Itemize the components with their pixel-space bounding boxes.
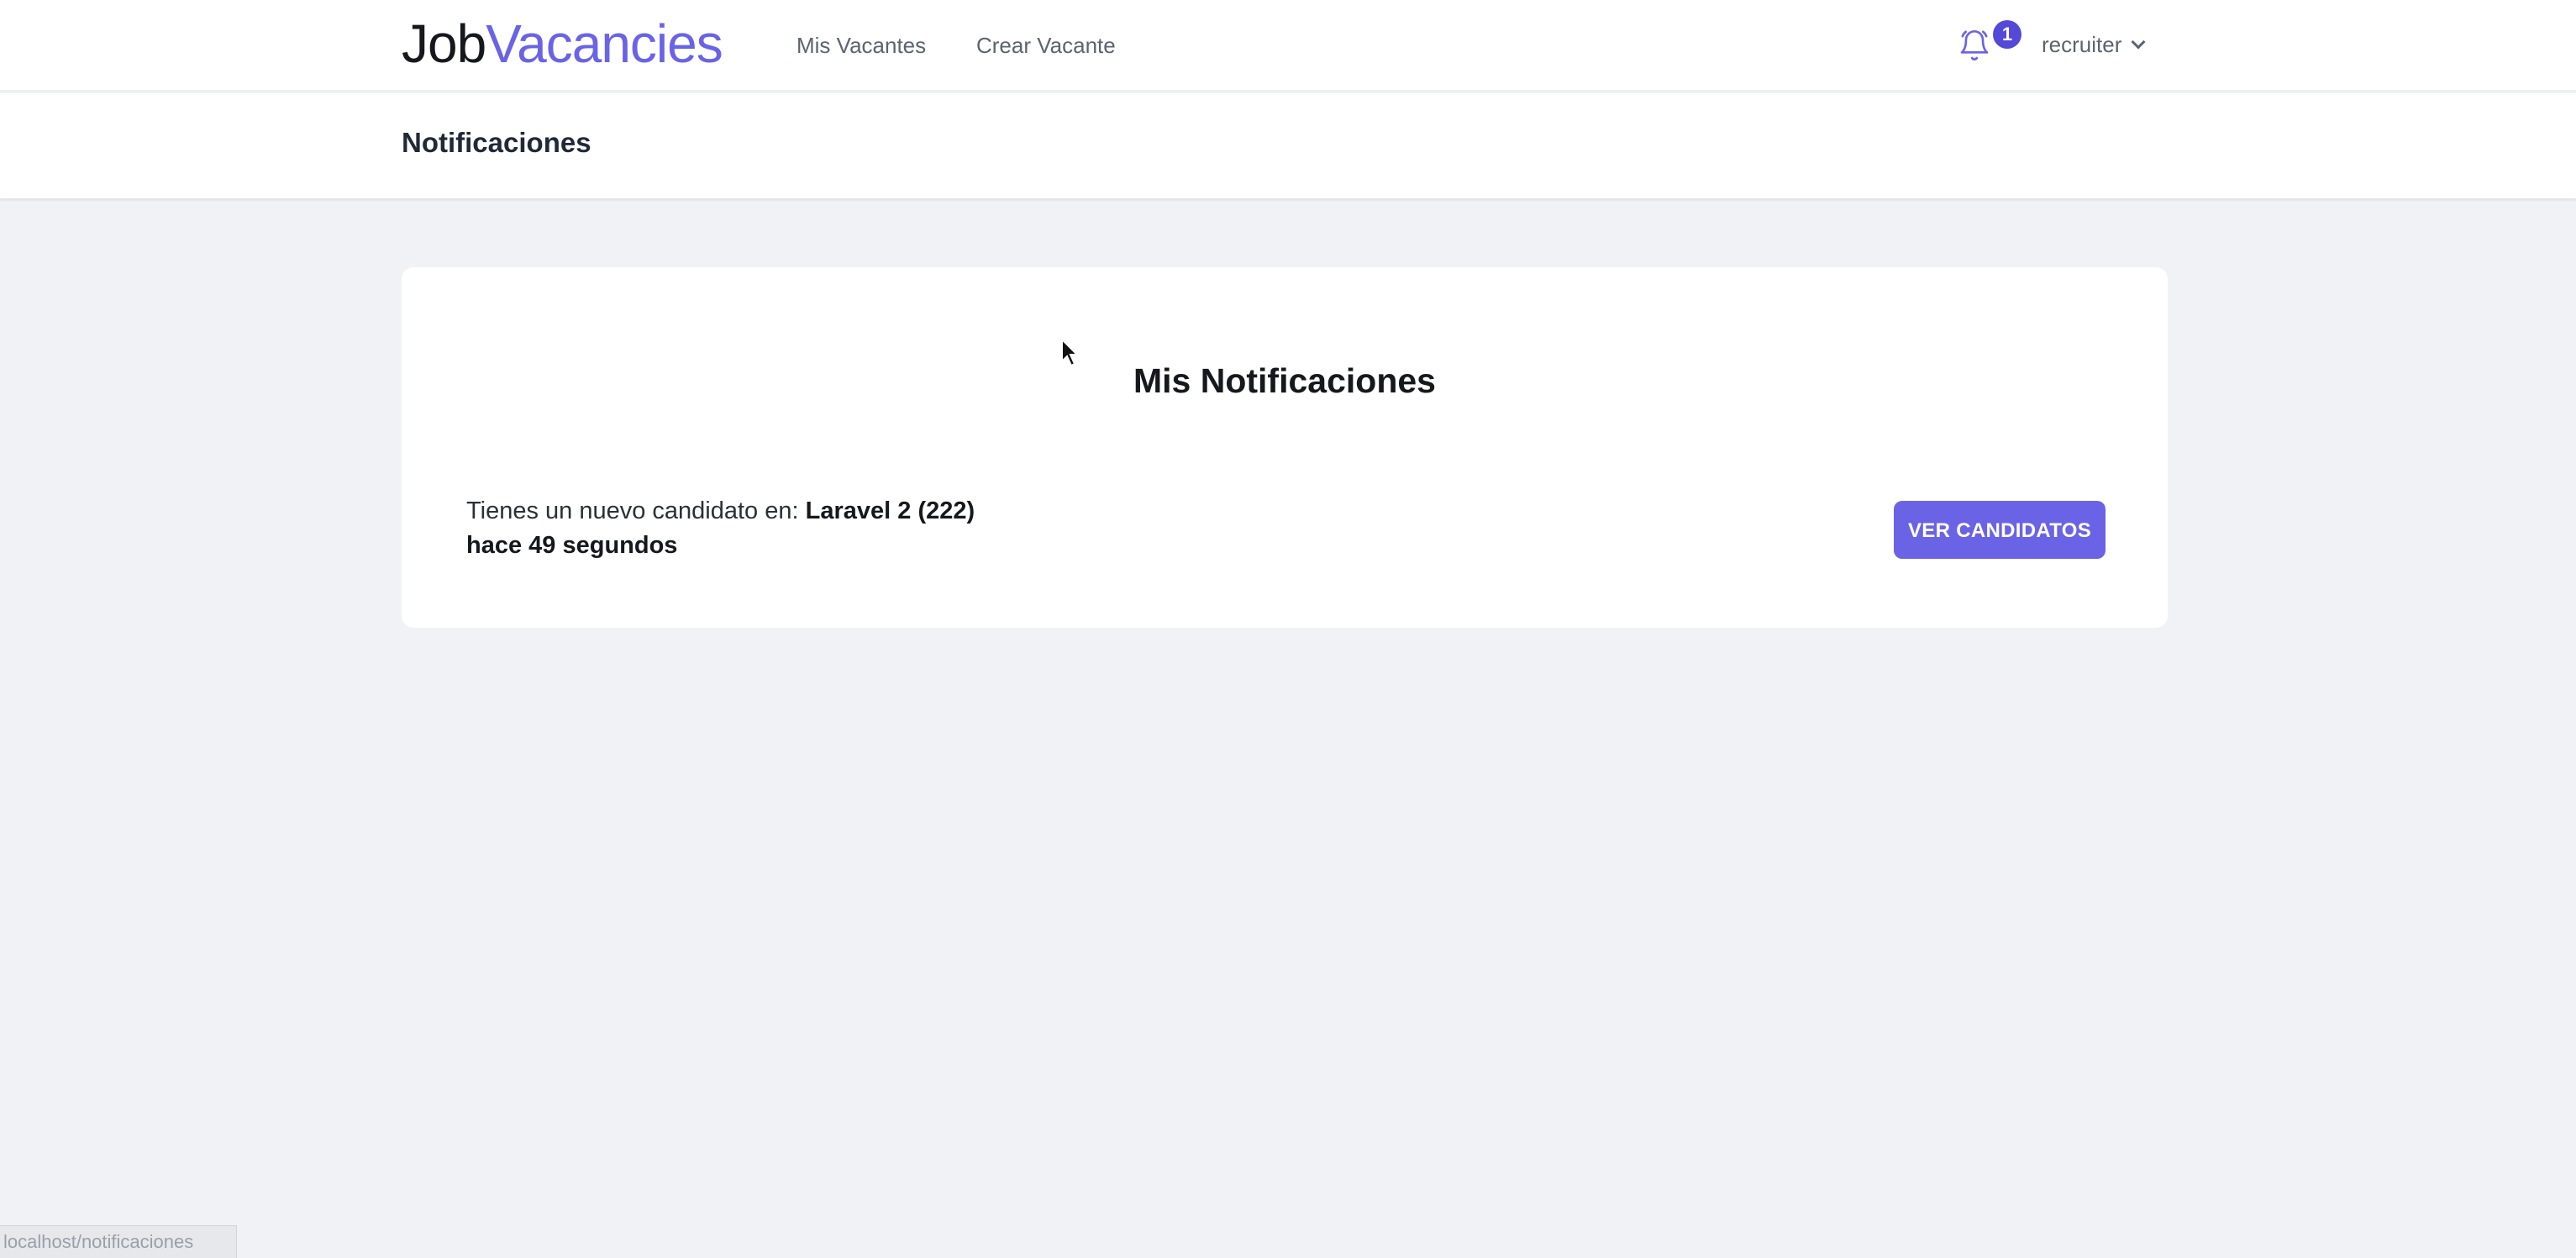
page-header: Notificaciones [0,93,2576,199]
user-name: recruiter [2042,31,2122,57]
notification-prefix: Tienes un nuevo candidato en: [466,497,799,524]
nav-link-crear-vacante[interactable]: Crear Vacante [976,32,1116,59]
app-logo[interactable]: JobVacancies [402,10,723,77]
status-bar-url: localhost/notificaciones [0,1225,237,1258]
notification-vacancy: Laravel 2 (222) [805,497,975,524]
logo-vacancies-text: Vacancies [486,13,723,74]
bell-icon [1960,30,1989,61]
chevron-down-icon [2131,34,2146,50]
notification-message: Tienes un nuevo candidato en: Laravel 2 … [466,496,975,526]
notifications-card: Mis Notificaciones Tienes un nuevo candi… [402,267,2168,628]
page-title: Notificaciones [402,127,591,158]
user-menu-dropdown[interactable]: recruiter [2042,30,2146,59]
notification-count-badge: 1 [1993,20,2021,49]
logo-job-text: Job [402,13,486,74]
notifications-heading: Mis Notificaciones [1133,361,1436,400]
mouse-cursor-icon [1061,338,1080,367]
ver-candidatos-button[interactable]: VER CANDIDATOS [1894,501,2105,559]
notification-time: hace 49 segundos [466,532,678,559]
top-navbar: JobVacancies Mis Vacantes Crear Vacante … [0,0,2576,92]
nav-link-mis-vacantes[interactable]: Mis Vacantes [796,32,926,59]
